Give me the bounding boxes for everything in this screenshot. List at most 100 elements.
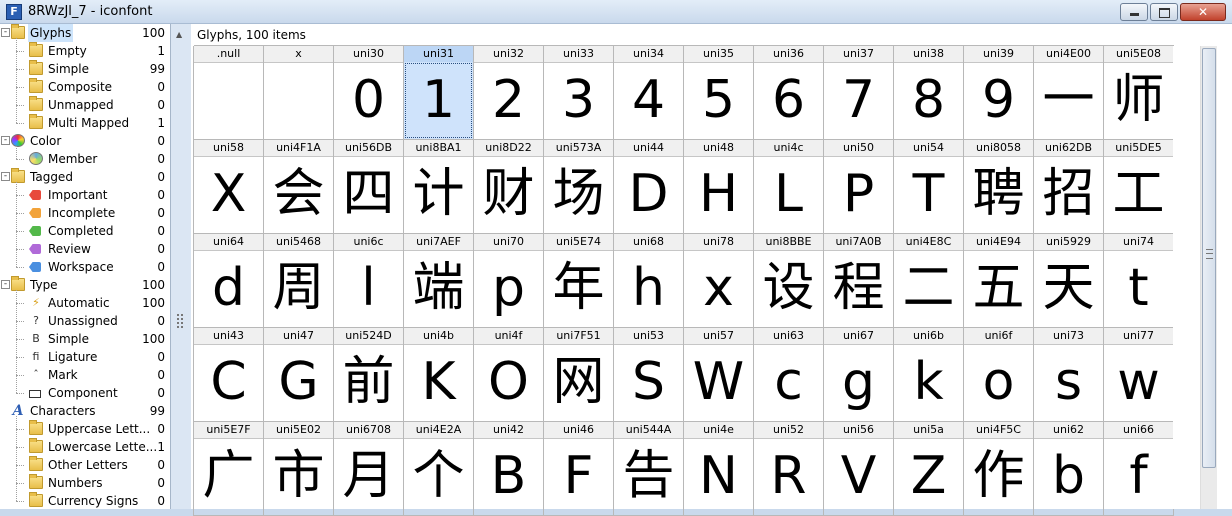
glyph-cell[interactable]: uni38 8 (894, 46, 964, 140)
maximize-button[interactable] (1150, 3, 1178, 21)
glyph-cell[interactable]: uni7A0B 程 (824, 234, 894, 328)
collapse-icon[interactable]: - (1, 280, 10, 289)
glyph-cell[interactable]: uni8058 聘 (964, 140, 1034, 234)
glyph-cell[interactable]: uni56DB 四 (334, 140, 404, 234)
tree-item-composite[interactable]: Composite 0 (0, 78, 170, 96)
glyph-cell[interactable]: uni31 1 (404, 46, 474, 140)
tree-item-color[interactable]: - Color 0 (0, 132, 170, 150)
tree-item-type[interactable]: - Type 100 (0, 276, 170, 294)
glyph-cell[interactable]: uni4F5C 作 (964, 422, 1034, 516)
glyph-cell[interactable]: uni8BA1 计 (404, 140, 474, 234)
tree-item-empty[interactable]: Empty 1 (0, 42, 170, 60)
glyph-cell[interactable]: uni5E02 市 (264, 422, 334, 516)
glyph-cell[interactable]: uni56 V (824, 422, 894, 516)
minimize-button[interactable] (1120, 3, 1148, 21)
tree-item-ligature[interactable]: ﬁ Ligature 0 (0, 348, 170, 366)
glyph-cell[interactable]: uni8BBE 设 (754, 234, 824, 328)
glyph-cell[interactable]: uni524D 前 (334, 328, 404, 422)
tree-item-other-letters[interactable]: Other Letters 0 (0, 456, 170, 474)
glyph-cell[interactable]: uni42 B (474, 422, 544, 516)
glyph-cell[interactable]: uni4c L (754, 140, 824, 234)
glyph-cell[interactable]: uni544A 告 (614, 422, 684, 516)
tree-item-simple[interactable]: Simple 99 (0, 60, 170, 78)
glyph-cell[interactable]: uni66 f (1104, 422, 1174, 516)
glyph-cell[interactable]: uni48 H (684, 140, 754, 234)
tree-item-uppercase-lett[interactable]: Uppercase Lett... 0 (0, 420, 170, 438)
tree-item-incomplete[interactable]: Incomplete 0 (0, 204, 170, 222)
scroll-up-arrow-icon[interactable]: ▲ (176, 30, 182, 39)
glyph-cell[interactable]: uni4E00 一 (1034, 46, 1104, 140)
tree-item-component[interactable]: Component 0 (0, 384, 170, 402)
glyph-cell[interactable]: uni53 S (614, 328, 684, 422)
glyph-cell[interactable]: uni34 4 (614, 46, 684, 140)
glyph-cell[interactable]: uni33 3 (544, 46, 614, 140)
glyph-cell[interactable]: x (264, 46, 334, 140)
glyph-cell[interactable]: uni5DE5 工 (1104, 140, 1174, 234)
tree-item-characters[interactable]: A Characters 99 (0, 402, 170, 420)
tree-item-currency-signs[interactable]: Currency Signs 0 (0, 492, 170, 509)
collapse-icon[interactable]: - (1, 28, 10, 37)
glyph-cell[interactable]: uni5E7F 广 (194, 422, 264, 516)
tree-item-important[interactable]: Important 0 (0, 186, 170, 204)
glyph-cell[interactable]: .null (194, 46, 264, 140)
tree-item-multi-mapped[interactable]: Multi Mapped 1 (0, 114, 170, 132)
glyph-cell[interactable]: uni50 P (824, 140, 894, 234)
tree-item-completed[interactable]: Completed 0 (0, 222, 170, 240)
glyph-cell[interactable]: uni74 t (1104, 234, 1174, 328)
vertical-scrollbar[interactable] (1173, 46, 1217, 509)
tree-item-tagged[interactable]: - Tagged 0 (0, 168, 170, 186)
glyph-cell[interactable]: uni4e N (684, 422, 754, 516)
glyph-cell[interactable]: uni35 5 (684, 46, 754, 140)
glyph-cell[interactable]: uni43 C (194, 328, 264, 422)
glyph-cell[interactable]: uni63 c (754, 328, 824, 422)
collapse-icon[interactable]: - (1, 136, 10, 145)
glyph-cell[interactable]: uni6c l (334, 234, 404, 328)
glyph-cell[interactable]: uni5E08 师 (1104, 46, 1174, 140)
collapse-icon[interactable]: - (1, 172, 10, 181)
glyph-cell[interactable]: uni47 G (264, 328, 334, 422)
glyph-cell[interactable]: uni68 h (614, 234, 684, 328)
glyph-cell[interactable]: uni5468 周 (264, 234, 334, 328)
glyph-cell[interactable]: uni62 b (1034, 422, 1104, 516)
tree-item-numbers[interactable]: Numbers 0 (0, 474, 170, 492)
close-button[interactable]: ✕ (1180, 3, 1226, 21)
tree-item-review[interactable]: Review 0 (0, 240, 170, 258)
glyph-cell[interactable]: uni7AEF 端 (404, 234, 474, 328)
glyph-cell[interactable]: uni6708 月 (334, 422, 404, 516)
glyph-cell[interactable]: uni573A 场 (544, 140, 614, 234)
tree-item-automatic[interactable]: ⚡ Automatic 100 (0, 294, 170, 312)
glyph-cell[interactable]: uni58 X (194, 140, 264, 234)
glyph-cell[interactable]: uni6b k (894, 328, 964, 422)
glyph-cell[interactable]: uni5E74 年 (544, 234, 614, 328)
tree-item-unassigned[interactable]: ? Unassigned 0 (0, 312, 170, 330)
glyph-cell[interactable]: uni5a Z (894, 422, 964, 516)
glyph-cell[interactable]: uni54 T (894, 140, 964, 234)
tree-item-glyphs[interactable]: - Glyphs 100 (0, 24, 170, 42)
glyph-cell[interactable]: uni57 W (684, 328, 754, 422)
glyph-cell[interactable]: uni4E8C 二 (894, 234, 964, 328)
glyph-cell[interactable]: uni67 g (824, 328, 894, 422)
glyph-cell[interactable]: uni4E2A 个 (404, 422, 474, 516)
glyph-cell[interactable]: uni37 7 (824, 46, 894, 140)
tree-item-simple[interactable]: B Simple 100 (0, 330, 170, 348)
glyph-cell[interactable]: uni52 R (754, 422, 824, 516)
glyph-cell[interactable]: uni32 2 (474, 46, 544, 140)
glyph-cell[interactable]: uni4E94 五 (964, 234, 1034, 328)
glyph-cell[interactable]: uni7F51 网 (544, 328, 614, 422)
glyph-cell[interactable]: uni70 p (474, 234, 544, 328)
tree-item-workspace[interactable]: Workspace 0 (0, 258, 170, 276)
glyph-cell[interactable]: uni5929 天 (1034, 234, 1104, 328)
glyph-cell[interactable]: uni77 w (1104, 328, 1174, 422)
glyph-cell[interactable]: uni8D22 财 (474, 140, 544, 234)
glyph-cell[interactable]: uni30 0 (334, 46, 404, 140)
tree-item-mark[interactable]: ˆ Mark 0 (0, 366, 170, 384)
splitter-grip-icon[interactable] (177, 314, 183, 328)
glyph-cell[interactable]: uni44 D (614, 140, 684, 234)
category-tree[interactable]: - Glyphs 100 Empty 1 Simple 99 Composite 0 Unmapp… (0, 24, 171, 509)
glyph-cell[interactable]: uni4f O (474, 328, 544, 422)
tree-item-member[interactable]: Member 0 (0, 150, 170, 168)
glyph-cell[interactable]: uni36 6 (754, 46, 824, 140)
glyph-cell[interactable]: uni4F1A 会 (264, 140, 334, 234)
glyph-cell[interactable]: uni46 F (544, 422, 614, 516)
glyph-cell[interactable]: uni6f o (964, 328, 1034, 422)
